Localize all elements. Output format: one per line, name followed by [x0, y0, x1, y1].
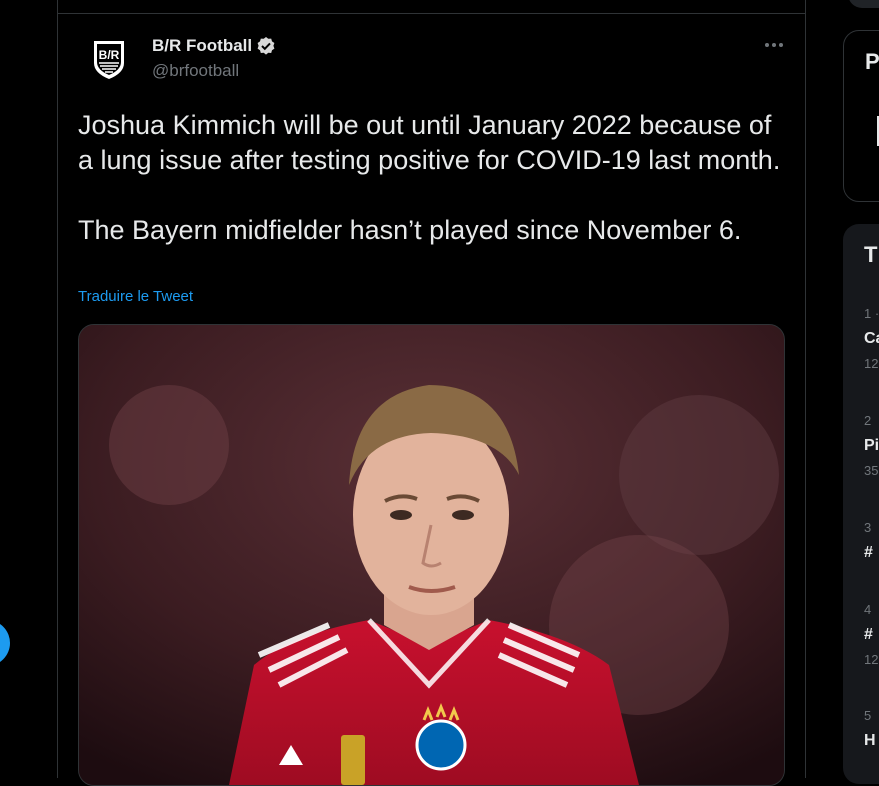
- translate-tweet-link[interactable]: Traduire le Tweet: [78, 288, 193, 305]
- trend-count: [864, 758, 879, 774]
- trend-item[interactable]: 2 Pi 35: [864, 413, 879, 479]
- trend-title: Ca: [864, 330, 879, 347]
- trend-title: #: [864, 626, 873, 643]
- trends-heading: T: [864, 242, 878, 267]
- author-name[interactable]: B/R Football: [152, 36, 252, 56]
- avatar-logo-text: B/R: [99, 48, 120, 62]
- tweet-media-image[interactable]: [78, 324, 785, 786]
- trend-count: 35: [864, 463, 879, 478]
- verified-badge-icon: [256, 36, 276, 56]
- sidebar-panel-heading: P: [865, 49, 879, 74]
- avatar[interactable]: B/R: [85, 35, 133, 83]
- trend-rank: 1 ·: [864, 306, 879, 321]
- br-logo-icon: B/R: [94, 41, 124, 79]
- trend-count: [864, 570, 879, 586]
- author-line: B/R Football: [152, 36, 276, 56]
- author-handle[interactable]: @brfootball: [152, 61, 239, 81]
- compose-tweet-button[interactable]: [0, 620, 10, 666]
- trend-title: H: [864, 732, 876, 749]
- trend-rank: 2: [864, 413, 872, 428]
- trend-rank: 4: [864, 602, 872, 617]
- trend-rank: 3: [864, 520, 872, 535]
- tweet-column: B/R B/R Football @brfootball Joshua Kimm…: [57, 0, 806, 786]
- sidebar-panel: P: [843, 30, 879, 202]
- trend-count: 12: [864, 652, 879, 667]
- trends-panel: T 1 · Ca 12 2 Pi 35 3 # 4 # 12 5 H: [843, 224, 879, 784]
- trend-title: Pi: [864, 437, 879, 454]
- trend-item[interactable]: 1 · Ca 12: [864, 306, 879, 372]
- trend-count: 12: [864, 356, 879, 371]
- trend-rank: 5: [864, 708, 872, 723]
- search-box[interactable]: [848, 0, 879, 8]
- trend-item[interactable]: 4 # 12: [864, 602, 879, 668]
- divider: [58, 13, 805, 14]
- trend-item[interactable]: 3 #: [864, 520, 879, 586]
- trend-item[interactable]: 5 H: [864, 708, 879, 774]
- tweet-text: Joshua Kimmich will be out until January…: [78, 110, 781, 245]
- trend-title: #: [864, 544, 873, 561]
- more-options-icon[interactable]: [758, 35, 790, 55]
